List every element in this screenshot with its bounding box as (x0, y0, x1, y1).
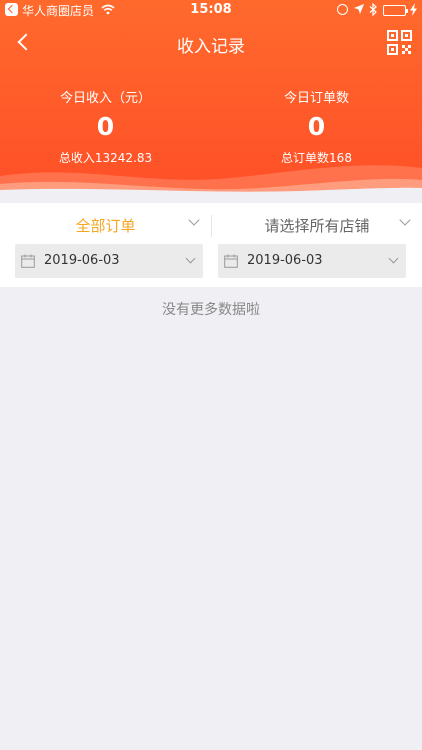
end-date-value: 2019-06-03 (247, 253, 323, 268)
today-income-value: 0 (96, 112, 115, 141)
today-orders-label: 今日订单数 (283, 91, 349, 106)
calendar-icon (21, 254, 35, 268)
bluetooth-icon (369, 3, 377, 16)
empty-state-text: 没有更多数据啦 (162, 302, 260, 318)
calendar-icon (224, 254, 238, 268)
start-date-value: 2019-06-03 (44, 253, 120, 268)
location-icon (354, 4, 364, 14)
charging-icon (410, 3, 417, 16)
rotation-lock-icon (337, 4, 348, 15)
start-date-picker[interactable]: 2019-06-03 (15, 244, 203, 278)
qr-code-icon[interactable] (387, 30, 412, 55)
chevron-down-icon (188, 214, 200, 226)
chevron-down-icon (388, 253, 399, 264)
page-title: 收入记录 (177, 37, 245, 57)
today-income-label: 今日收入（元） (59, 91, 151, 106)
order-type-select[interactable]: 全部订单 (0, 213, 211, 239)
store-select[interactable]: 请选择所有店铺 (212, 213, 422, 239)
chevron-down-icon (185, 253, 196, 264)
order-type-value: 全部订单 (75, 217, 136, 235)
header-wave-decoration (0, 165, 422, 194)
header: 华人商圈店员 15:08 收入记录 今日收入（元） 0 总收入13242.83 … (0, 0, 422, 194)
store-value: 请选择所有店铺 (264, 217, 370, 235)
chevron-down-icon (399, 214, 411, 226)
end-date-picker[interactable]: 2019-06-03 (218, 244, 406, 278)
status-bar: 华人商圈店员 15:08 (0, 0, 422, 20)
today-orders-value: 0 (307, 112, 326, 141)
battery-icon (383, 5, 408, 16)
filter-panel: 全部订单 请选择所有店铺 2019-06-03 2019-06-03 (0, 203, 422, 287)
